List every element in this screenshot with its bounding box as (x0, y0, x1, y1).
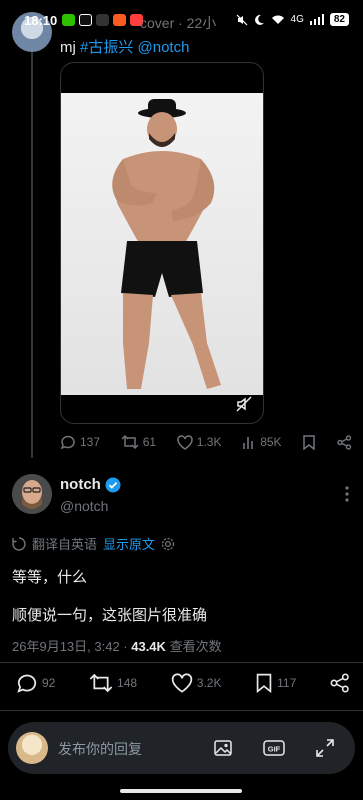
bookmark-icon[interactable] (302, 434, 316, 450)
quoted-post-actions: 137 61 1.3K 85K (60, 434, 352, 450)
more-options-icon[interactable] (345, 486, 349, 502)
repost-button[interactable]: 148 (89, 672, 137, 694)
reply-icon (60, 435, 75, 450)
post-meta: 26年9月13日, 3:42 · 43.4K 查看次数 (12, 636, 222, 655)
author-display-name: notch (60, 476, 101, 493)
do-not-disturb-icon (254, 14, 264, 25)
notification-icons (62, 14, 143, 26)
wechat-icon (62, 14, 75, 26)
my-avatar (16, 732, 48, 764)
author-photo (12, 474, 52, 514)
repost-count: 148 (117, 676, 138, 690)
quoted-reply-button[interactable]: 137 (60, 434, 100, 450)
show-original-link[interactable]: 显示原文 (103, 534, 155, 553)
repost-icon (89, 673, 113, 693)
quoted-repost-button[interactable]: 61 (121, 434, 156, 450)
post-actions: 92 148 3.2K 117 (16, 672, 350, 694)
author-avatar[interactable] (12, 474, 52, 514)
quoted-view-count: 85K (260, 435, 282, 449)
divider-bottom (0, 710, 363, 711)
translation-row: 翻译自英语 显示原文 (12, 534, 175, 553)
reply-tools: GIF (213, 738, 335, 758)
reply-count: 92 (42, 676, 56, 690)
thread-connector-line (31, 52, 33, 458)
like-button[interactable]: 3.2K (171, 673, 222, 693)
image-icon[interactable] (213, 738, 233, 758)
post-views-label[interactable]: 查看次数 (170, 639, 222, 654)
quoted-text-prefix: mj (60, 39, 76, 56)
signal-icon (309, 14, 324, 25)
verified-badge-icon (105, 477, 121, 492)
author-name[interactable]: notch (60, 476, 121, 493)
status-overlap-text: cover · 22小 (140, 15, 217, 31)
like-icon (171, 673, 192, 693)
svg-text:GIF: GIF (268, 745, 281, 754)
post-timestamp: 26年9月13日, 3:42 · (12, 639, 132, 654)
tiktok-icon (79, 14, 92, 26)
status-right-icons: 4G 82 (236, 13, 349, 26)
mute-notification-icon (236, 14, 247, 25)
qq-icon (96, 14, 109, 26)
views-icon (243, 436, 253, 449)
gif-icon[interactable]: GIF (263, 738, 285, 758)
divider-top (0, 662, 363, 663)
post-text-line-2: 顺便说一句，这张图片很准确 (12, 607, 208, 624)
mention-link[interactable]: @notch (138, 39, 190, 56)
post-text-line-1: 等等，什么 (12, 569, 88, 586)
share-icon[interactable] (337, 434, 352, 450)
bookmark-count: 117 (277, 676, 297, 690)
share-icon[interactable] (330, 673, 350, 693)
quoted-reply-count: 137 (80, 435, 101, 449)
network-type: 4G (290, 14, 304, 25)
status-time: 18:10 (24, 13, 58, 28)
quoted-views-button[interactable]: 85K (242, 435, 282, 450)
post-view-count: 43.4K (131, 639, 166, 654)
man-figure-image (112, 99, 221, 389)
quoted-post-text: mj #古振兴 @notch (60, 36, 189, 57)
bookmark-button[interactable]: 117 (255, 673, 296, 693)
settings-gear-icon[interactable] (161, 537, 175, 551)
bookmark-icon (256, 673, 272, 693)
repost-icon (121, 434, 139, 450)
like-count: 3.2K (196, 676, 222, 690)
wifi-icon (271, 15, 284, 24)
like-icon (177, 434, 193, 450)
video-frame (61, 93, 263, 395)
quoted-like-button[interactable]: 1.3K (177, 434, 222, 450)
quoted-like-count: 1.3K (196, 435, 222, 449)
reply-button[interactable]: 92 (16, 672, 55, 694)
video-media[interactable] (60, 62, 264, 424)
translate-icon (12, 536, 26, 551)
author-handle[interactable]: @notch (60, 498, 108, 514)
reply-composer[interactable]: 发布你的回复 GIF (8, 722, 355, 774)
mute-video-icon[interactable] (235, 395, 253, 413)
reply-icon (17, 674, 37, 693)
taobao-icon (113, 14, 126, 26)
home-indicator[interactable] (120, 789, 242, 793)
hashtag-link[interactable]: #古振兴 (80, 39, 133, 56)
translated-from-label: 翻译自英语 (32, 537, 98, 552)
reply-placeholder[interactable]: 发布你的回复 (58, 739, 142, 759)
expand-icon[interactable] (315, 738, 335, 758)
battery-indicator: 82 (329, 13, 349, 26)
quoted-repost-count: 61 (142, 435, 157, 449)
